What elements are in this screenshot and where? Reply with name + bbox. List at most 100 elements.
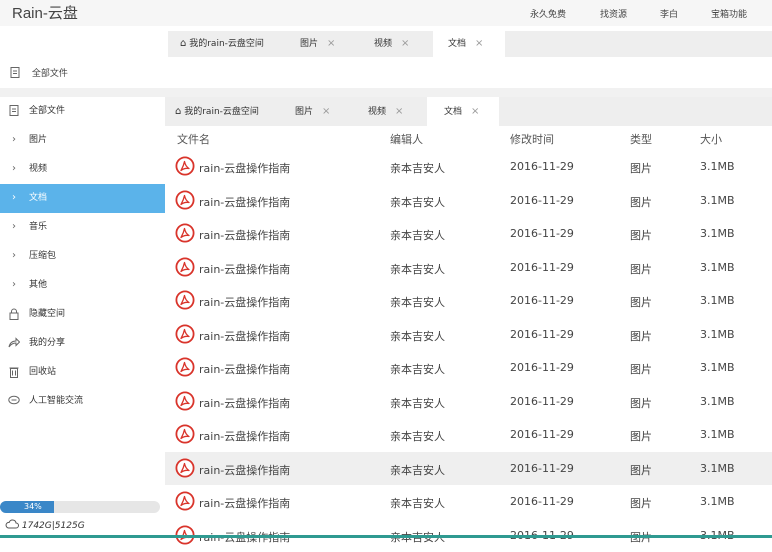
strip-all-files-label: 全部文件	[31, 69, 68, 79]
close-icon[interactable]: ×	[327, 38, 335, 49]
column-header-editor[interactable]: 编辑人	[390, 131, 423, 147]
table-row[interactable]: rain-云盘操作指南 亲本吉安人 2016-11-29 图片 3.1MB	[165, 418, 772, 451]
file-modified: 2016-11-29	[510, 327, 574, 341]
sidebar-item-others[interactable]: › 其他	[0, 271, 165, 300]
file-editor: 亲本吉安人	[390, 430, 445, 443]
close-icon[interactable]: ×	[401, 38, 409, 49]
sidebar-item-label: 图片	[29, 135, 48, 145]
file-editor: 亲本吉安人	[390, 262, 445, 276]
close-icon[interactable]: ×	[475, 38, 483, 49]
table-row[interactable]: rain-云盘操作指南 亲本吉安人 2016-11-29 图片 3.1MB	[165, 284, 772, 317]
sidebar-item-ai-chat[interactable]: 人工智能交流	[0, 387, 165, 416]
sidebar-item-videos[interactable]: › 视频	[0, 155, 165, 184]
sidebar-item-music[interactable]: › 音乐	[0, 213, 165, 242]
divider	[0, 88, 772, 97]
table-row[interactable]: rain-云盘操作指南 亲本吉安人 2016-11-29 图片 3.1MB	[165, 150, 772, 183]
storage-progress-bar: 34%	[0, 501, 160, 513]
topnav-link-treasure[interactable]: 宝箱功能	[711, 7, 747, 20]
strip-all-files[interactable]: 全部文件	[10, 66, 68, 79]
table-header: 文件名 编辑人 修改时间 类型 大小	[165, 126, 772, 150]
pdf-icon	[175, 390, 195, 411]
table-row[interactable]: rain-云盘操作指南 亲本吉安人 2016-11-29 图片 3.1MB	[165, 251, 772, 284]
strip-tab-videos[interactable]: 视频 ×	[374, 31, 409, 57]
pdf-icon	[175, 189, 195, 210]
sidebar-item-hidden-space[interactable]: 隐藏空间	[0, 300, 165, 329]
file-type: 图片	[630, 463, 652, 477]
table-row[interactable]: rain-云盘操作指南 亲本吉安人 2016-11-29 图片 3.1MB	[165, 485, 772, 518]
chevron-right-icon: ›	[12, 221, 16, 232]
close-icon[interactable]: ×	[322, 106, 330, 117]
file-name[interactable]: rain-云盘操作指南	[199, 495, 290, 511]
storage-progress-label: 34%	[24, 502, 42, 511]
sidebar-item-all-files[interactable]: 全部文件	[0, 97, 165, 126]
file-name[interactable]: rain-云盘操作指南	[199, 328, 290, 344]
file-modified: 2016-11-29	[510, 160, 574, 173]
file-type: 图片	[630, 195, 652, 209]
sidebar-item-label: 回收站	[29, 367, 57, 377]
file-size: 3.1MB	[700, 260, 735, 274]
tab-videos[interactable]: 视频 ×	[368, 97, 403, 126]
file-editor: 亲本吉安人	[390, 363, 445, 376]
topnav-link-user[interactable]: 李白	[660, 7, 678, 20]
table-row[interactable]: rain-云盘操作指南 亲本吉安人 2016-11-29 图片 3.1MB	[165, 318, 772, 351]
topnav-link-resources[interactable]: 找资源	[600, 7, 627, 20]
table-row[interactable]: rain-云盘操作指南 亲本吉安人 2016-11-29 图片 3.1MB	[165, 351, 772, 384]
file-name[interactable]: rain-云盘操作指南	[199, 261, 290, 277]
file-name[interactable]: rain-云盘操作指南	[199, 227, 290, 243]
sidebar-item-documents[interactable]: › 文档	[0, 184, 165, 213]
sidebar-item-recycle-bin[interactable]: 回收站	[0, 358, 165, 387]
column-header-modified[interactable]: 修改时间	[510, 131, 554, 147]
file-name[interactable]: rain-云盘操作指南	[199, 395, 290, 411]
file-name[interactable]: rain-云盘操作指南	[199, 361, 290, 377]
file-size: 3.1MB	[700, 294, 735, 307]
column-header-size[interactable]: 大小	[700, 131, 722, 147]
table-row[interactable]: rain-云盘操作指南 亲本吉安人 2016-11-29 图片 3.1MB	[165, 385, 772, 418]
strip-tab-bar: ⌂ 我的rain-云盘空间 图片 × 视频 × 文档 ×	[168, 31, 772, 57]
file-modified: 2016-11-29	[510, 227, 574, 240]
tab-documents-label: 文档	[444, 107, 463, 117]
sidebar-item-my-shares[interactable]: 我的分享	[0, 329, 165, 358]
file-type: 图片	[630, 430, 652, 443]
file-editor: 亲本吉安人	[390, 396, 445, 410]
close-icon[interactable]: ×	[395, 106, 403, 117]
topnav-link-free[interactable]: 永久免费	[530, 7, 566, 20]
chevron-right-icon: ›	[12, 192, 16, 203]
strip-tab-documents[interactable]: 文档 ×	[433, 31, 505, 57]
file-name[interactable]: rain-云盘操作指南	[199, 194, 290, 210]
table-row[interactable]: rain-云盘操作指南 亲本吉安人 2016-11-29 图片 3.1MB	[165, 184, 772, 217]
column-header-name[interactable]: 文件名	[177, 131, 210, 147]
file-modified: 2016-11-29	[510, 260, 574, 274]
file-name[interactable]: rain-云盘操作指南	[199, 428, 290, 444]
trash-icon	[8, 366, 20, 382]
file-name[interactable]: rain-云盘操作指南	[199, 160, 290, 176]
main-tab-bar: ⌂ 我的rain-云盘空间 图片 × 视频 × 文档 ×	[165, 97, 772, 126]
file-name[interactable]: rain-云盘操作指南	[199, 294, 290, 310]
sidebar-item-archives[interactable]: › 压缩包	[0, 242, 165, 271]
tab-videos-label: 视频	[368, 107, 387, 117]
chevron-right-icon: ›	[12, 250, 16, 261]
chevron-right-icon: ›	[12, 134, 16, 145]
pdf-icon	[175, 223, 195, 243]
close-icon[interactable]: ×	[471, 106, 479, 117]
file-modified: 2016-11-29	[510, 294, 574, 307]
table-row[interactable]: rain-云盘操作指南 亲本吉安人 2016-11-29 图片 3.1MB	[165, 451, 772, 485]
file-modified: 2016-11-29	[510, 193, 574, 207]
file-name[interactable]: rain-云盘操作指南	[199, 462, 290, 478]
table-row[interactable]: rain-云盘操作指南 亲本吉安人 2016-11-29 图片 3.1MB	[165, 217, 772, 250]
tab-home[interactable]: ⌂ 我的rain-云盘空间	[175, 97, 259, 126]
file-editor: 亲本吉安人	[390, 162, 445, 175]
file-type: 图片	[630, 329, 652, 343]
strip-tab-images[interactable]: 图片 ×	[300, 31, 335, 57]
sidebar-item-label: 隐藏空间	[29, 309, 66, 319]
file-size: 3.1MB	[700, 394, 735, 408]
tab-images[interactable]: 图片 ×	[295, 97, 330, 126]
strip-tab-home[interactable]: ⌂ 我的rain-云盘空间	[180, 31, 264, 57]
sidebar: 全部文件 › 图片 › 视频 › 文档 › 音乐 › 压缩包 › 其他 隐藏空间…	[0, 97, 165, 538]
column-header-type[interactable]: 类型	[630, 131, 652, 147]
sidebar-item-label: 音乐	[29, 222, 48, 232]
tab-documents[interactable]: 文档 ×	[427, 97, 499, 126]
sidebar-item-images[interactable]: › 图片	[0, 126, 165, 155]
file-modified: 2016-11-29	[510, 361, 574, 374]
chevron-right-icon: ›	[12, 163, 16, 174]
chevron-right-icon: ›	[12, 279, 16, 290]
